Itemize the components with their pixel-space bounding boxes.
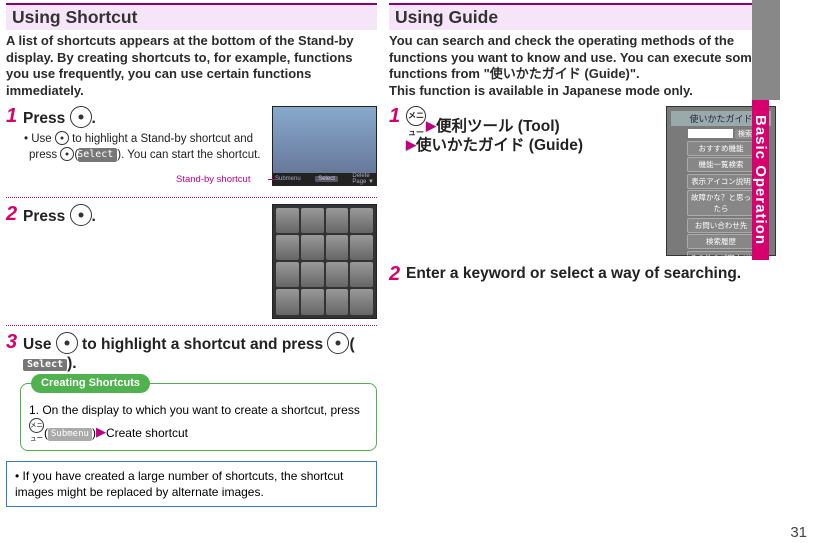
center-button-icon <box>60 147 74 161</box>
step-1-left: 1 Press . • Use to highlight a Stand-by … <box>6 106 377 191</box>
step-1-right: 1 メニュー▶便利ツール (Tool) ▶使いかたガイド (Guide) 使いか… <box>389 106 776 256</box>
arrow-icon: ▶ <box>426 118 436 133</box>
section-heading-right: Using Guide <box>389 3 776 30</box>
step-2-right: 2 Enter a keyword or select a way of sea… <box>389 264 776 284</box>
center-button-icon <box>70 204 92 226</box>
menu-button-icon: メニュー <box>29 418 44 433</box>
nav-button-icon <box>70 106 92 128</box>
step-2-left: 2 Press . <box>6 204 377 319</box>
page-number: 31 <box>790 524 807 541</box>
arrow-icon: ▶ <box>96 424 106 439</box>
separator <box>6 325 377 326</box>
select-softkey-icon: Select <box>78 148 117 162</box>
submenu-softkey-icon: Submenu <box>48 428 92 440</box>
screenshot-shortcut-grid <box>272 204 377 319</box>
note-box: • If you have created a large number of … <box>6 461 377 507</box>
intro-left: A list of shortcuts appears at the botto… <box>6 33 377 100</box>
menu-button-icon: メニュー <box>406 106 426 126</box>
arrow-icon: ▶ <box>406 137 416 152</box>
creating-shortcuts-title: Creating Shortcuts <box>31 374 150 393</box>
screenshot-standby: SubmenuSelectDeletePage ▼ <box>272 106 377 186</box>
center-button-icon <box>327 332 349 354</box>
side-tab: Basic Operation <box>752 0 780 520</box>
standby-shortcut-label: Stand-by shortcut <box>176 174 250 185</box>
creating-shortcuts-box: Creating Shortcuts 1. On the display to … <box>20 383 377 450</box>
nav-button-icon <box>55 131 69 145</box>
select-softkey-icon: Select <box>23 359 67 372</box>
section-heading-left: Using Shortcut <box>6 3 377 30</box>
intro-right: You can search and check the operating m… <box>389 33 776 100</box>
separator <box>6 197 377 198</box>
step-3-left: 3 Use to highlight a shortcut and press … <box>6 332 377 374</box>
nav-button-icon <box>56 332 78 354</box>
side-tab-label: Basic Operation <box>752 100 769 260</box>
